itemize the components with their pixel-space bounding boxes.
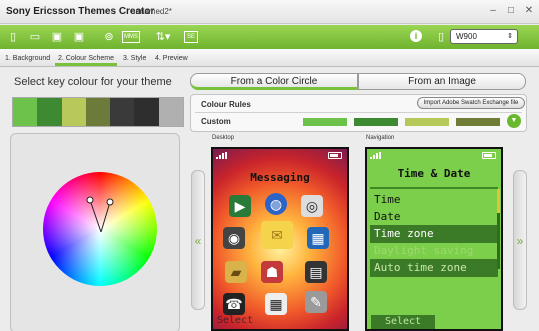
toolbar: ▯ ▭ ▣ ▣ ⊚ MMS ⇅▾ SE i ▯ W900 ⇕ xyxy=(0,25,539,49)
from-color-circle-button[interactable]: From a Color Circle xyxy=(190,73,358,90)
next-preview-button[interactable]: » xyxy=(513,170,527,310)
internet-icon: ◍ xyxy=(265,193,287,215)
import-ase-button[interactable]: Import Adobe Swatch Exchange file xyxy=(417,97,525,109)
key-colour-swatch[interactable] xyxy=(37,98,62,126)
nav-item-date: Date xyxy=(374,210,401,223)
picker-handle[interactable] xyxy=(86,196,94,204)
messaging-icon: ▶ xyxy=(229,195,251,217)
chevron-down-icon: ⇕ xyxy=(507,33,513,40)
desktop-preview-label: Desktop xyxy=(212,135,235,141)
battery-icon xyxy=(328,152,342,159)
chevron-right-icon: » xyxy=(516,234,524,248)
key-colour-title: Select key colour for your theme xyxy=(14,76,172,88)
save-as-icon[interactable]: ▣ xyxy=(72,30,86,44)
key-colour-swatch[interactable] xyxy=(13,98,38,126)
phone-icon: ▯ xyxy=(437,31,445,43)
key-colour-swatch[interactable] xyxy=(134,98,159,126)
step-tabs: 1. Background 2. Colour Scheme 3. Style … xyxy=(0,49,539,67)
previous-preview-button[interactable]: « xyxy=(191,170,205,310)
document-name: unnamed2* xyxy=(131,7,172,16)
chevron-down-icon[interactable]: ▼ xyxy=(507,114,521,128)
desktop-menu-title: Messaging xyxy=(250,171,310,184)
tab-background[interactable]: 1. Background xyxy=(2,52,53,66)
nav-item-auto-time-zone: Auto time zone xyxy=(370,259,498,277)
navigation-screen: Time & Date Time Date Time zone Daylight… xyxy=(367,149,501,329)
mms-icon[interactable]: MMS xyxy=(122,31,140,43)
rule-colour-swatch[interactable] xyxy=(456,118,500,126)
custom-rule-label: Custom xyxy=(201,117,231,126)
rule-colour-swatch[interactable] xyxy=(405,118,449,126)
tools-icon[interactable]: ⇅▾ xyxy=(152,30,174,44)
phone-call-icon: ☎ xyxy=(223,293,245,315)
rule-colour-swatch[interactable] xyxy=(303,118,347,126)
tab-colour-scheme[interactable]: 2. Colour Scheme xyxy=(55,52,118,66)
divider xyxy=(195,112,522,113)
phone-model-select[interactable]: W900 ⇕ xyxy=(450,29,518,44)
divider xyxy=(370,187,498,189)
maximize-button[interactable]: □ xyxy=(503,4,519,18)
battery-icon xyxy=(482,152,496,159)
nav-scrollbar xyxy=(497,189,500,269)
nav-item-daylight-saving: Daylight saving xyxy=(374,244,474,257)
export-icon[interactable]: ⊚ xyxy=(102,30,116,44)
camera-icon: ◉ xyxy=(223,227,245,249)
colour-rules-label: Colour Rules xyxy=(201,100,251,109)
rule-colour-swatch[interactable] xyxy=(354,118,398,126)
close-button[interactable]: ✕ xyxy=(521,4,537,18)
tab-preview[interactable]: 4. Preview xyxy=(152,52,191,66)
chevron-left-icon: « xyxy=(194,234,202,248)
calendar-icon: ▦ xyxy=(265,293,287,315)
contacts-icon: ☗ xyxy=(261,261,283,283)
navigation-softkey: Select xyxy=(371,315,435,329)
color-picker-handles[interactable] xyxy=(43,172,157,286)
media-icon: ▦ xyxy=(307,227,329,249)
nav-item-time-zone: Time zone xyxy=(370,225,498,243)
key-colour-swatches xyxy=(12,97,184,127)
envelope-icon: ✉ xyxy=(261,221,293,249)
from-image-button[interactable]: From an Image xyxy=(358,73,526,90)
games-icon: ◎ xyxy=(301,195,323,217)
key-colour-swatch[interactable] xyxy=(110,98,135,126)
phone-model-value: W900 xyxy=(456,32,477,41)
picker-handle[interactable] xyxy=(106,198,114,206)
open-icon[interactable]: ▭ xyxy=(28,30,42,44)
navigation-menu-title: Time & Date xyxy=(397,167,471,180)
nav-item-time: Time xyxy=(374,193,401,206)
info-icon[interactable]: i xyxy=(410,30,422,42)
desktop-softkey: Select xyxy=(217,315,254,326)
file-manager-icon: ▰ xyxy=(225,261,247,283)
desktop-preview: Messaging ▶ ◍ ◎ ◉ ✉ ▦ ▰ ☗ ▤ ☎ ▦ ✎ Select xyxy=(211,147,349,331)
signal-icon xyxy=(216,152,227,159)
key-colour-swatch[interactable] xyxy=(158,98,183,126)
radio-icon: ▤ xyxy=(305,261,327,283)
key-colour-swatch[interactable] xyxy=(85,98,111,126)
new-icon[interactable]: ▯ xyxy=(6,30,20,44)
menu-icon-grid: ▶ ◍ ◎ ◉ ✉ ▦ ▰ ☗ ▤ ☎ ▦ ✎ xyxy=(221,189,339,315)
settings-icon: ✎ xyxy=(305,291,327,313)
navigation-preview-label: Navigation xyxy=(366,135,395,141)
save-icon[interactable]: ▣ xyxy=(50,30,64,44)
tab-style[interactable]: 3. Style xyxy=(120,52,149,66)
navigation-preview: Time & Date Time Date Time zone Daylight… xyxy=(365,147,503,331)
transfer-icon[interactable]: SE xyxy=(184,31,198,43)
title-bar: Sony Ericsson Themes Creator unnamed2* –… xyxy=(0,0,539,24)
colour-rules-panel: Colour Rules Import Adobe Swatch Exchang… xyxy=(190,94,527,132)
desktop-screen: Messaging ▶ ◍ ◎ ◉ ✉ ▦ ▰ ☗ ▤ ☎ ▦ ✎ Select xyxy=(213,149,347,329)
minimize-button[interactable]: – xyxy=(485,4,501,18)
signal-icon xyxy=(370,152,381,159)
key-colour-swatch[interactable] xyxy=(61,98,86,126)
